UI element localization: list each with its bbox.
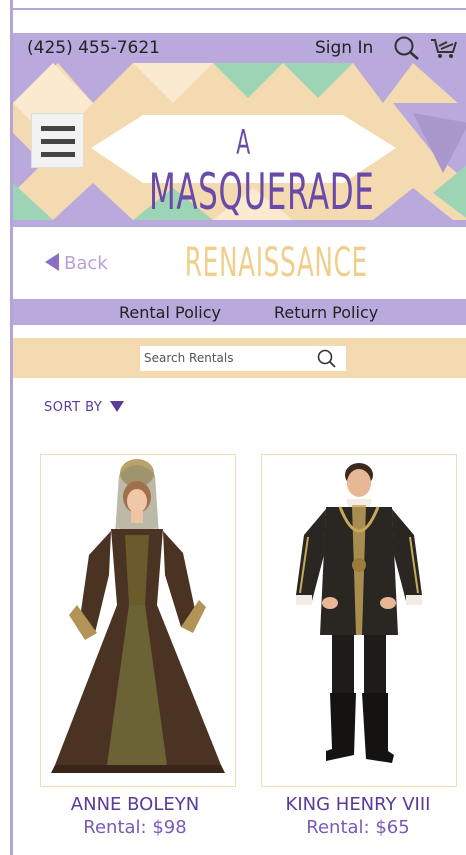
product-card-anne-boleyn[interactable] <box>40 454 236 787</box>
policy-bar: Rental Policy Return Policy <box>13 299 466 325</box>
sign-in-link[interactable]: Sign In <box>315 38 373 58</box>
search-input[interactable]: Search Rentals <box>140 346 346 371</box>
product-name[interactable]: KING HENRY VIII <box>258 794 458 815</box>
top-bar: (425) 455-7621 Sign In <box>13 33 466 63</box>
banner-divider <box>13 220 466 227</box>
menu-button[interactable] <box>31 113 84 168</box>
top-divider <box>13 8 466 10</box>
product-image <box>51 459 225 773</box>
rental-policy-link[interactable]: Rental Policy <box>119 303 221 322</box>
masquerade-banner: A MASQUERADE <box>13 63 466 220</box>
logo-line-2: MASQUERADE <box>148 163 375 220</box>
product-name[interactable]: ANNE BOLEYN <box>35 794 235 815</box>
product-price: Rental: $98 <box>83 817 187 838</box>
product-card-king-henry-viii[interactable] <box>261 454 457 787</box>
site-logo[interactable]: A MASQUERADE <box>91 115 396 220</box>
back-label: Back <box>64 253 108 274</box>
page-frame: (425) 455-7621 Sign In A MASQUERADE Back… <box>10 0 466 855</box>
page-title: RENAISSANCE <box>184 240 368 286</box>
sort-label: SORT BY <box>44 400 103 415</box>
back-arrow-icon <box>45 253 59 271</box>
cart-icon[interactable] <box>429 36 459 65</box>
back-link[interactable]: Back <box>45 253 108 274</box>
logo-line-1: A <box>236 123 251 163</box>
chevron-down-icon <box>110 401 125 412</box>
search-icon[interactable] <box>393 35 421 66</box>
return-policy-link[interactable]: Return Policy <box>274 303 378 322</box>
search-bar: Search Rentals <box>13 338 466 378</box>
search-placeholder: Search Rentals <box>144 351 234 365</box>
menu-icon <box>41 126 75 131</box>
search-icon[interactable] <box>316 349 338 374</box>
sort-dropdown[interactable]: SORT BY <box>44 400 125 415</box>
phone-number[interactable]: (425) 455-7621 <box>27 38 160 58</box>
product-image <box>296 463 422 763</box>
product-price: Rental: $65 <box>306 817 410 838</box>
